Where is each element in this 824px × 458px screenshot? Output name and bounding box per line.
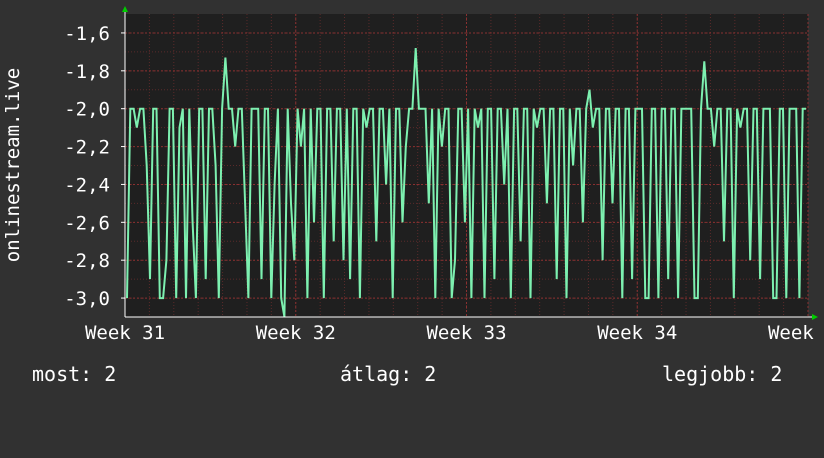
- x-tick-label: Week 35: [768, 322, 824, 344]
- x-tick-label: Week 34: [597, 322, 677, 344]
- x-tick-label: Week 32: [256, 322, 336, 344]
- y-axis-label: onlinestream.live: [2, 68, 24, 262]
- stat-maximum: legjobb: 2: [662, 362, 783, 386]
- y-tick-label: -3,0: [64, 288, 110, 310]
- y-tick-label: -2,2: [64, 137, 110, 159]
- x-tick-label: Week 33: [426, 322, 506, 344]
- stat-average: átlag: 2: [340, 362, 437, 386]
- stats-footer: most: 2 átlag: 2 legjobb: 2: [0, 362, 824, 388]
- y-tick-label: -2,4: [64, 174, 110, 196]
- stat-current: most: 2: [32, 362, 117, 386]
- x-tick-label: Week 31: [85, 322, 165, 344]
- y-tick-label: -2,8: [64, 250, 110, 272]
- y-axis-arrow-icon: [122, 6, 128, 12]
- y-tick-label: -2,0: [64, 99, 110, 121]
- x-tick-labels: Week 31 Week 32 Week 33 Week 34 Week 35: [85, 322, 824, 344]
- y-tick-label: -2,6: [64, 212, 110, 234]
- y-tick-labels: -1,6 -1,8 -2,0 -2,2 -2,4 -2,6 -2,8 -3,0: [64, 23, 125, 310]
- x-axis-arrow-icon: [812, 314, 818, 320]
- chart: -1,6 -1,8 -2,0 -2,2 -2,4 -2,6 -2,8 -3,0 Week 31…: [2, 6, 824, 344]
- y-tick-label: -1,6: [64, 23, 110, 45]
- y-tick-label: -1,8: [64, 61, 110, 83]
